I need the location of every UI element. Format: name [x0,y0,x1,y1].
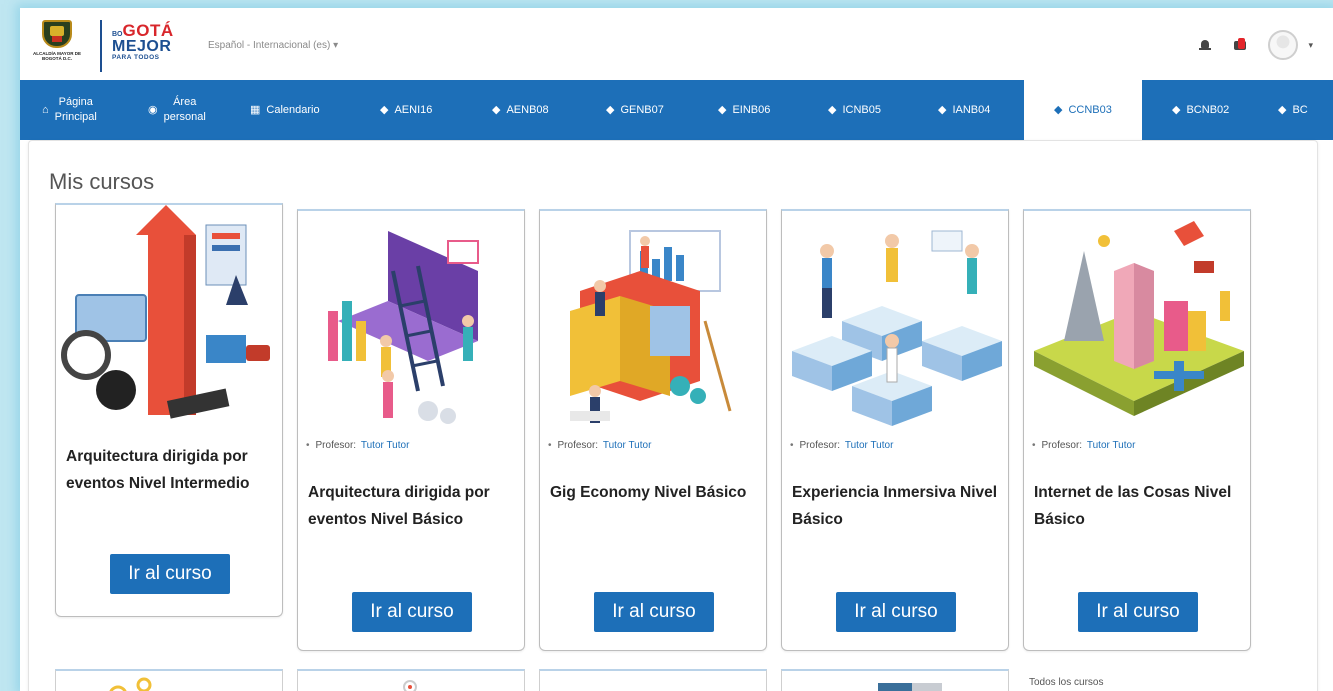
all-courses-link[interactable]: Todos los cursos [1029,677,1103,688]
user-menu-chevron-icon[interactable]: ▾ [1308,40,1313,51]
course-teacher: Profesor: Tutor Tutor [1032,440,1136,451]
nav-label: GENB07 [620,103,664,116]
course-title[interactable]: Experiencia Inmersiva Nivel Básico [792,479,1002,533]
nav-label: BCNB02 [1186,103,1230,116]
course-card[interactable]: Profesor: Tutor Tutor Internet de las Co… [1023,209,1251,651]
course-title[interactable]: Gig Economy Nivel Básico [550,479,760,506]
nav-item-genb07[interactable]: ◆ GENB07 [586,80,700,140]
course-teacher: Profesor: Tutor Tutor [306,440,410,451]
course-illustration [540,211,766,433]
logo-line-2: MEJOR [112,38,172,55]
nav-label: BC [1292,103,1308,116]
crest-caption: ALCALDÍA MAYOR DE BOGOTÁ D.C. [33,51,81,61]
course-card[interactable] [55,669,283,691]
nav-label: ICNB05 [842,103,881,116]
nav-item-ianb04[interactable]: ◆ IANB04 [920,80,1024,140]
course-teacher: Profesor: Tutor Tutor [548,440,652,451]
teacher-name-link[interactable]: Tutor Tutor [1087,440,1136,451]
messages-badge [1238,38,1246,49]
course-card[interactable] [539,669,767,691]
graduation-cap-icon: ◆ [606,103,615,116]
user-tools: ▾ [1198,30,1313,60]
nav-item-bcnb02[interactable]: ◆ BCNB02 [1142,80,1260,140]
course-card[interactable]: Profesor: Tutor Tutor Arquitectura dirig… [297,209,525,651]
nav-item-aenb08[interactable]: ◆ AENB08 [474,80,586,140]
nav-label: AENI16 [394,103,433,116]
logo-divider [100,20,102,72]
nav-label: EINB06 [732,103,771,116]
nav-label-line2: personal [163,111,206,123]
nav-label-line2: Principal [54,111,97,123]
teacher-prefix: Profesor: [557,440,599,451]
nav-item-bc[interactable]: ◆ BC [1260,80,1313,140]
go-to-course-button[interactable]: Ir al curso [110,554,230,594]
course-card[interactable] [297,669,525,691]
teacher-prefix: Profesor: [315,440,357,451]
nav-label: IANB04 [952,103,991,116]
course-illustration [782,211,1008,433]
course-card[interactable] [781,669,1009,691]
nav-item-icnb05[interactable]: ◆ ICNB05 [810,80,920,140]
graduation-cap-icon: ◆ [380,103,389,116]
logo-line-3: PARA TODOS [112,54,160,61]
go-to-course-button[interactable]: Ir al curso [1078,592,1198,632]
language-selector[interactable]: Español - Internacional (es) ▾ [208,40,338,51]
main-navigation: ⌂ Página Principal ◉ Área personal ▦ Calend… [20,80,1333,140]
nav-label: Calendario [266,103,320,116]
go-to-course-button[interactable]: Ir al curso [594,592,714,632]
chevron-down-icon: ▾ [333,40,339,51]
course-title[interactable]: Arquitectura dirigida por eventos Nivel … [308,479,518,533]
graduation-cap-icon: ◆ [938,103,947,116]
course-illustration [298,211,524,433]
course-card[interactable]: Profesor: Tutor Tutor Experiencia Inmers… [781,209,1009,651]
teacher-name-link[interactable]: Tutor Tutor [361,440,410,451]
messages-icon[interactable] [1232,38,1248,52]
teacher-prefix: Profesor: [1041,440,1083,451]
course-illustration [1024,211,1250,433]
teacher-prefix: Profesor: [799,440,841,451]
graduation-cap-icon: ◆ [1278,103,1287,116]
teacher-name-link[interactable]: Tutor Tutor [845,440,894,451]
nav-label: AENB08 [506,103,549,116]
browser-frame: ALCALDÍA MAYOR DE BOGOTÁ D.C. BOGOTÁ MEJ… [20,8,1333,691]
calendar-icon: ▦ [250,103,261,116]
top-header: ALCALDÍA MAYOR DE BOGOTÁ D.C. BOGOTÁ MEJ… [20,8,1333,80]
bell-icon[interactable] [1198,38,1212,52]
graduation-cap-icon: ◆ [1172,103,1181,116]
bogota-mejor-logo[interactable]: BOGOTÁ MEJOR PARA TODOS [112,22,174,62]
graduation-cap-icon: ◆ [1054,103,1063,116]
graduation-cap-icon: ◆ [828,103,837,116]
nav-item-ccnb03[interactable]: ◆ CCNB03 [1024,80,1142,140]
home-icon: ⌂ [42,103,49,116]
dashboard-icon: ◉ [148,103,158,116]
graduation-cap-icon: ◆ [718,103,727,116]
nav-item-area-personal[interactable]: ◉ Área personal [130,80,232,140]
nav-item-calendario[interactable]: ▦ Calendario [232,80,366,140]
go-to-course-button[interactable]: Ir al curso [836,592,956,632]
graduation-cap-icon: ◆ [492,103,501,116]
teacher-name-link[interactable]: Tutor Tutor [603,440,652,451]
course-title[interactable]: Internet de las Cosas Nivel Básico [1034,479,1244,533]
course-title[interactable]: Arquitectura dirigida por eventos Nivel … [66,443,276,497]
nav-label: CCNB03 [1068,103,1112,116]
my-courses-panel: Mis cursos Arquitectura dirigida por eve… [28,140,1318,691]
alcaldia-crest-logo[interactable]: ALCALDÍA MAYOR DE BOGOTÁ D.C. [32,20,82,70]
page-title: Mis cursos [49,169,155,194]
nav-item-einb06[interactable]: ◆ EINB06 [700,80,810,140]
language-label: Español - Internacional (es) [208,40,331,51]
logo-small-text: BO [112,31,123,38]
course-card[interactable]: Arquitectura dirigida por eventos Nivel … [55,203,283,617]
avatar[interactable] [1268,30,1299,60]
go-to-course-button[interactable]: Ir al curso [352,592,472,632]
course-teacher: Profesor: Tutor Tutor [790,440,894,451]
shield-icon [42,20,72,48]
nav-label-line1: Área [173,96,197,109]
nav-label-line1: Página [58,96,93,109]
course-card[interactable]: Profesor: Tutor Tutor Gig Economy Nivel … [539,209,767,651]
course-illustration [56,205,282,427]
nav-item-pagina-principal[interactable]: ⌂ Página Principal [20,80,130,140]
nav-item-aeni16[interactable]: ◆ AENI16 [366,80,474,140]
